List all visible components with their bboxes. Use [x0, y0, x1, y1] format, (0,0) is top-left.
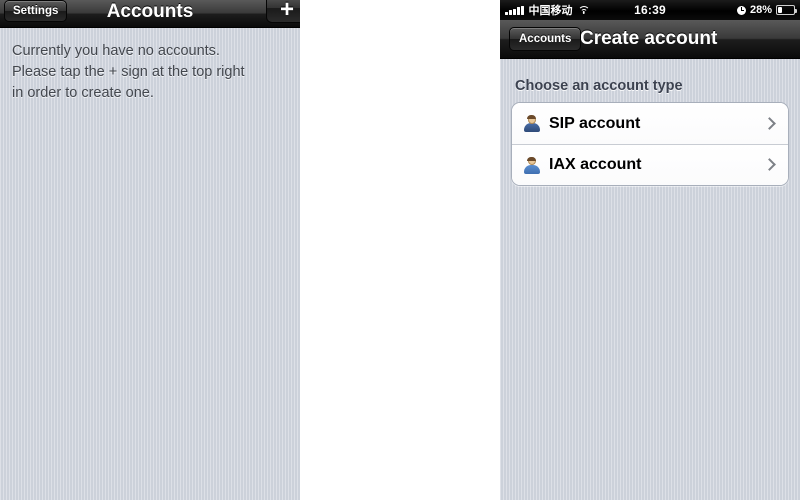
empty-state-line-2: Please tap the + sign at the top right [12, 64, 245, 80]
empty-state-line-3: in order to create one. [12, 85, 154, 101]
list-item-label: IAX account [549, 156, 642, 173]
chevron-right-icon [764, 116, 775, 132]
battery-icon [776, 5, 797, 15]
accounts-empty-state: Currently you have no accounts. Please t… [0, 28, 300, 104]
chevron-right-icon [764, 157, 775, 173]
person-icon [523, 156, 540, 174]
create-account-page-title: Create account [580, 28, 718, 49]
accounts-back-button[interactable]: Accounts [509, 27, 582, 51]
list-item-sip-account[interactable]: SIP account [512, 103, 788, 144]
battery-percent-label: 28% [749, 4, 772, 16]
alarm-clock-icon [736, 5, 746, 15]
create-account-navigation-bar: Accounts Create account [500, 20, 800, 59]
list-item-iax-account[interactable]: IAX account [512, 144, 788, 185]
list-item-label: SIP account [549, 114, 641, 132]
accounts-back-button-label: Accounts [519, 33, 572, 45]
accounts-navigation-bar: Settings Accounts + [0, 0, 300, 28]
screenshot-stage: Settings Accounts + Currently you have n… [0, 0, 800, 500]
account-type-section-header: Choose an account type [515, 78, 683, 94]
ios-status-bar: 中国移动 16:39 28% [500, 0, 800, 20]
create-account-screen: 中国移动 16:39 28% Accounts Create account C… [500, 0, 800, 500]
person-icon [523, 115, 540, 132]
add-account-button[interactable]: + [266, 0, 300, 23]
settings-back-button[interactable]: Settings [4, 0, 68, 22]
accounts-screen: Settings Accounts + Currently you have n… [0, 0, 300, 500]
status-bar-right-group: 28% [736, 4, 797, 16]
settings-back-button-label: Settings [13, 4, 59, 17]
empty-state-line-1: Currently you have no accounts. [12, 43, 220, 59]
account-type-list: SIP account IAX account [511, 102, 789, 186]
plus-icon: + [279, 0, 294, 23]
